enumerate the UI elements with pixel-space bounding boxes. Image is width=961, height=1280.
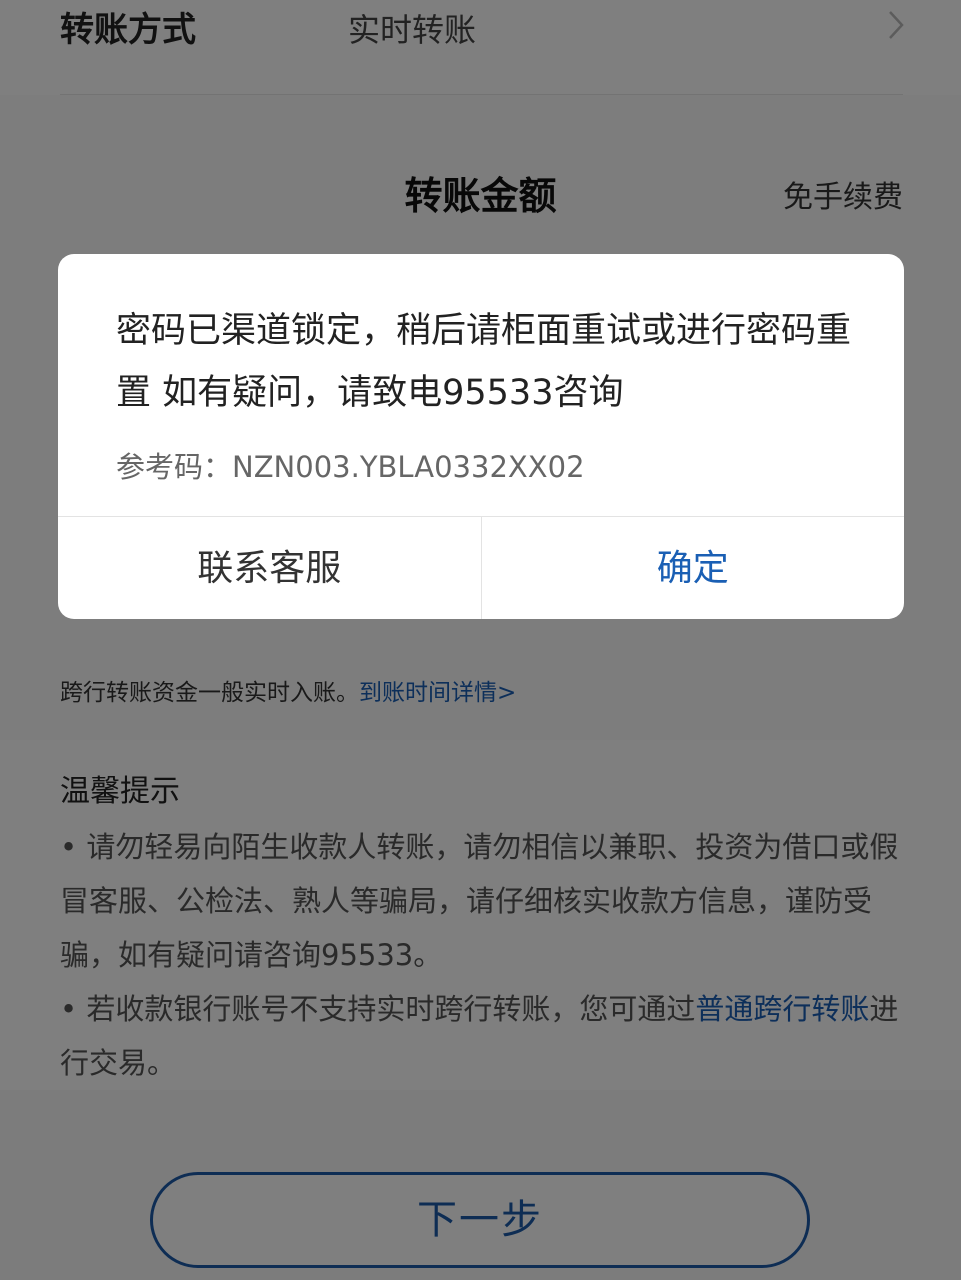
dialog-message: 密码已渠道锁定，稍后请柜面重试或进行密码重置 如有疑问，请致电95533咨询: [116, 311, 852, 413]
reference-code: 参考码：NZN003.YBLA0332XX02: [116, 450, 585, 484]
confirm-button[interactable]: 确定: [482, 517, 905, 619]
contact-service-button[interactable]: 联系客服: [58, 517, 482, 619]
modal-overlay: [0, 0, 961, 1280]
alert-dialog: 密码已渠道锁定，稍后请柜面重试或进行密码重置 如有疑问，请致电95533咨询 参…: [58, 254, 904, 619]
transfer-screen: 转账方式 实时转账 转账金额 免手续费 跨行转账资金一般实时入账。到账时间详情>…: [0, 0, 961, 1280]
dialog-button-bar: 联系客服 确定: [58, 516, 904, 619]
